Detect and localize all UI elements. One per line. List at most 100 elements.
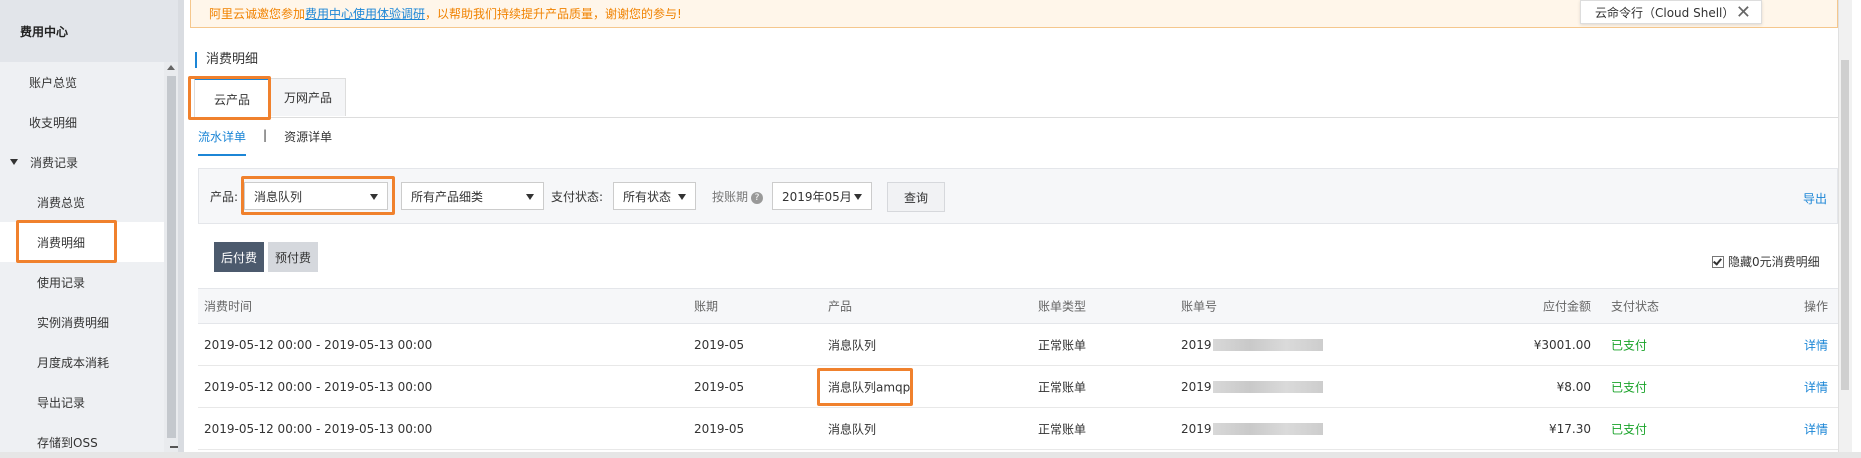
sidebar-item-store-oss[interactable]: 存储到OSS: [0, 422, 178, 452]
hide-zero-toggle[interactable]: 隐藏0元消费明细: [1712, 253, 1820, 270]
sidebar-group-consumption[interactable]: 消费记录: [0, 142, 178, 182]
cell-pay-status: 已支付: [1611, 380, 1648, 394]
sidebar: 费用中心 账户总览 收支明细 消费记录 消费总览 消费明细 使用记录 实例消费明…: [0, 0, 178, 452]
hide-zero-label: 隐藏0元消费明细: [1728, 255, 1820, 269]
scroll-up-icon[interactable]: [167, 65, 175, 70]
table-row: 2019-05-12 00:00 - 2019-05-13 00:00 2019…: [198, 366, 1838, 408]
sidebar-group-label: 消费记录: [30, 155, 79, 170]
cell-time: 2019-05-12 00:00 - 2019-05-13 00:00: [204, 337, 433, 352]
cell-pay-status: 已支付: [1611, 338, 1648, 352]
detail-subtabs: 流水详单 | 资源详单: [198, 128, 332, 156]
cell-amount: ¥3001.00: [1533, 337, 1591, 352]
cell-bill-type: 正常账单: [1038, 338, 1087, 352]
page-title: 消费明细: [195, 52, 258, 68]
cell-period: 2019-05: [694, 421, 745, 436]
close-icon[interactable]: ✕: [1736, 2, 1751, 23]
chevron-down-icon: [854, 194, 862, 200]
sidebar-title: 费用中心: [0, 0, 178, 62]
bill-no-text: 2019: [1181, 337, 1212, 352]
cell-time: 2019-05-12 00:00 - 2019-05-13 00:00: [204, 379, 433, 394]
period-label: 按账期?: [712, 188, 764, 205]
sidebar-item-account-overview[interactable]: 账户总览: [0, 62, 178, 102]
pay-status-select-value: 所有状态: [623, 189, 672, 204]
cell-period: 2019-05: [694, 379, 745, 394]
header-period: 账期: [694, 299, 719, 314]
sidebar-item-monthly-cost[interactable]: 月度成本消耗: [0, 342, 178, 382]
sidebar-item-instance-detail[interactable]: 实例消费明细: [0, 302, 178, 342]
cell-bill-no: 2019: [1181, 380, 1323, 394]
banner-survey-link[interactable]: 费用中心使用体验调研: [305, 5, 425, 22]
category-select-value: 所有产品细类: [411, 189, 484, 204]
period-label-text: 按账期: [712, 190, 749, 204]
help-icon[interactable]: ?: [751, 191, 764, 204]
banner-prefix: 阿里云诚邀您参加: [209, 7, 306, 21]
cell-amount: ¥17.30: [1549, 421, 1591, 436]
chevron-down-icon: [370, 194, 378, 200]
cell-product: 消息队列amqp: [828, 380, 911, 394]
subtab-resource-detail[interactable]: 资源详单: [284, 128, 332, 154]
window-bottom-edge: [0, 452, 1861, 458]
page-scrollbar[interactable]: [1838, 0, 1852, 452]
header-bill-type: 账单类型: [1038, 299, 1087, 314]
header-bill-no: 账单号: [1181, 299, 1218, 314]
consumption-table: 消费时间 账期 产品 账单类型 账单号 应付金额 支付状态 操作 2019-05…: [198, 288, 1838, 450]
pay-status-label: 支付状态:: [551, 190, 604, 204]
export-link[interactable]: 导出: [1803, 190, 1827, 207]
cloud-shell-label[interactable]: 云命令行（Cloud Shell）: [1595, 4, 1734, 21]
detail-link[interactable]: 详情: [1804, 336, 1828, 353]
banner-suffix: ，以帮助我们持续提升产品质量，谢谢您的参与!: [425, 7, 682, 21]
pay-status-select[interactable]: 所有状态: [613, 182, 696, 210]
product-select-value: 消息队列: [254, 189, 303, 204]
hide-zero-checkbox[interactable]: [1712, 255, 1724, 268]
header-product: 产品: [828, 299, 853, 314]
cell-bill-type: 正常账单: [1038, 380, 1087, 394]
header-action: 操作: [1803, 299, 1828, 314]
category-select[interactable]: 所有产品细类: [401, 182, 544, 210]
cell-bill-type: 正常账单: [1038, 422, 1087, 436]
caret-down-icon: [10, 159, 18, 165]
sidebar-item-consumption-overview[interactable]: 消费总览: [0, 182, 178, 222]
filter-bar: 产品: 消息队列 所有产品细类 支付状态: 所有状态 按账期? 2019年05月…: [198, 168, 1838, 224]
cell-time: 2019-05-12 00:00 - 2019-05-13 00:00: [204, 421, 433, 436]
subtab-separator: |: [263, 128, 268, 142]
chevron-down-icon: [678, 194, 686, 200]
cell-product: 消息队列: [828, 422, 877, 436]
prepaid-button[interactable]: 预付费: [268, 242, 318, 272]
header-amount: 应付金额: [1542, 299, 1591, 314]
sidebar-item-consumption-detail[interactable]: 消费明细: [0, 222, 178, 262]
product-select[interactable]: 消息队列: [244, 182, 388, 210]
period-select-value: 2019年05月: [782, 189, 852, 204]
cell-period: 2019-05: [694, 337, 745, 352]
cell-bill-no: 2019: [1181, 422, 1323, 436]
redacted-block: [1212, 339, 1323, 351]
cloud-shell-popup[interactable]: 云命令行（Cloud Shell） ✕: [1580, 0, 1762, 24]
product-tabs: 云产品 万网产品: [190, 78, 1838, 118]
subtab-flow-detail[interactable]: 流水详单: [198, 128, 247, 156]
bill-no-text: 2019: [1181, 421, 1212, 436]
product-label: 产品:: [210, 190, 239, 204]
cell-pay-status: 已支付: [1611, 422, 1648, 436]
cell-bill-no: 2019: [1181, 338, 1323, 352]
detail-link[interactable]: 详情: [1804, 378, 1828, 395]
tab-cloud-products[interactable]: 云产品: [194, 78, 270, 118]
scroll-thumb[interactable]: [167, 76, 176, 438]
page-scroll-thumb[interactable]: [1841, 60, 1849, 390]
detail-link[interactable]: 详情: [1804, 420, 1828, 437]
scroll-down-icon[interactable]: [170, 446, 178, 448]
sidebar-scrollbar[interactable]: [164, 62, 178, 452]
redacted-block: [1212, 423, 1323, 435]
table-row: 2019-05-12 00:00 - 2019-05-13 00:00 2019…: [198, 408, 1838, 450]
query-button[interactable]: 查询: [887, 182, 945, 212]
redacted-block: [1212, 381, 1323, 393]
sidebar-collapse-bar[interactable]: [178, 0, 184, 452]
table-row: 2019-05-12 00:00 - 2019-05-13 00:00 2019…: [198, 324, 1838, 366]
postpaid-button[interactable]: 后付费: [214, 242, 264, 272]
chevron-down-icon: [526, 194, 534, 200]
sidebar-item-usage-records[interactable]: 使用记录: [0, 262, 178, 302]
sidebar-item-export-records[interactable]: 导出记录: [0, 382, 178, 422]
header-pay-status: 支付状态: [1611, 299, 1660, 314]
tab-wanwang-products[interactable]: 万网产品: [270, 78, 346, 116]
cell-amount: ¥8.00: [1556, 379, 1591, 394]
sidebar-item-income-expense[interactable]: 收支明细: [0, 102, 178, 142]
period-select[interactable]: 2019年05月: [772, 182, 872, 210]
